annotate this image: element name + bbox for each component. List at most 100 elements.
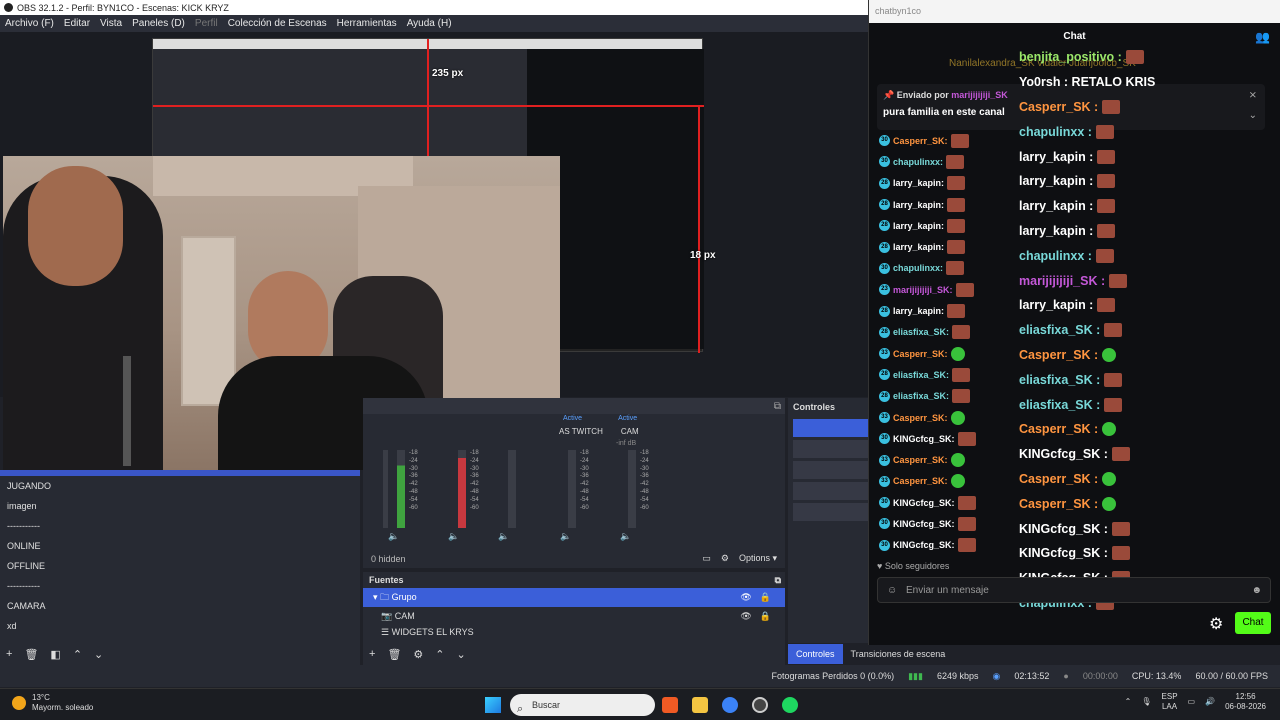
chat-message[interactable]: 28 larry_kapin: — [879, 300, 1029, 321]
chevron-up-icon[interactable]: ⌃ — [1125, 697, 1132, 707]
obs-icon[interactable] — [752, 697, 768, 713]
chat-username[interactable]: chapulinxx: — [893, 157, 943, 167]
scene-item[interactable]: imagen — [0, 496, 360, 516]
chat-message[interactable]: 30 Casperr_SK: — [879, 130, 1029, 151]
chat-username[interactable]: KINGcfcg_SK: — [893, 540, 955, 550]
menu-herramientas[interactable]: Herramientas — [332, 18, 402, 29]
mixer-source-cam[interactable]: CAM — [621, 427, 639, 436]
chat-username[interactable]: larry_kapin: — [893, 178, 944, 188]
chat-username[interactable]: larry_kapin: — [893, 200, 944, 210]
scene-item[interactable]: ONLINE — [0, 536, 360, 556]
chat-username[interactable]: Casperr_SK: — [893, 413, 948, 423]
chat-message[interactable]: 33 Casperr_SK: — [879, 471, 1029, 492]
chat-message[interactable]: 30 KINGcfcg_SK: — [879, 535, 1029, 556]
eye-icon[interactable]: 👁 — [740, 588, 751, 607]
scene-item[interactable]: ----------- — [0, 516, 360, 536]
move-up-icon[interactable]: ⌃ — [73, 648, 82, 661]
trash-icon[interactable]: 🗑 — [24, 648, 38, 661]
trash-icon[interactable]: 🗑 — [387, 648, 401, 661]
virtual-cam-button[interactable] — [793, 461, 868, 479]
chat-username[interactable]: Casperr_SK: — [893, 136, 948, 146]
options-button[interactable]: Options ▾ — [739, 553, 777, 564]
mute-icon[interactable]: 🔈 — [620, 531, 631, 542]
eye-icon[interactable]: 👁 — [740, 607, 751, 626]
chat-message[interactable]: 28 eliasfixa_SK: — [879, 364, 1029, 385]
menu-paneles[interactable]: Paneles (D) — [127, 18, 190, 29]
scene-item[interactable]: xd — [0, 616, 360, 636]
users-icon[interactable]: 👥 — [1255, 30, 1270, 44]
chat-username[interactable]: Casperr_SK: — [893, 476, 948, 486]
chat-username[interactable]: marijijijiji_SK: — [893, 285, 953, 295]
smile-icon[interactable]: ☻ — [1251, 578, 1262, 604]
emoji-icon[interactable]: ☺ — [887, 578, 897, 604]
chat-message[interactable]: 30 chapulinxx: — [879, 151, 1029, 172]
speaker-icon[interactable]: 🔈 — [448, 531, 459, 542]
menu-archivo[interactable]: Archivo (F) — [0, 18, 59, 29]
chat-input[interactable]: ☺ Enviar un mensaje ☻ — [877, 577, 1271, 603]
volume-icon[interactable]: 🔊 — [1205, 697, 1215, 707]
chat-username[interactable]: larry_kapin: — [893, 221, 944, 231]
chat-message[interactable]: 28 eliasfixa_SK: — [879, 322, 1029, 343]
chat-message[interactable]: 33 Casperr_SK: — [879, 449, 1029, 470]
scene-item[interactable]: OFFLINE — [0, 556, 360, 576]
chat-message[interactable]: 28 eliasfixa_SK: — [879, 386, 1029, 407]
chat-username[interactable]: KINGcfcg_SK: — [893, 519, 955, 529]
record-button[interactable] — [793, 440, 868, 458]
add-icon[interactable]: + — [369, 648, 375, 660]
menu-ayuda[interactable]: Ayuda (H) — [402, 18, 457, 29]
mute-icon[interactable]: 🔈 — [498, 531, 509, 542]
source-item[interactable]: ▾ 🗀 Grupo 👁 🔒 — [363, 588, 785, 607]
chat-username[interactable]: larry_kapin: — [893, 306, 944, 316]
mute-icon[interactable]: 🔈 — [560, 531, 571, 542]
tab-transiciones[interactable]: Transiciones de escena — [843, 644, 954, 664]
chat-message[interactable]: 30 KINGcfcg_SK: — [879, 428, 1029, 449]
chat-username[interactable]: Casperr_SK: — [893, 455, 948, 465]
mic-icon[interactable]: 🎙 — [1141, 697, 1151, 707]
scene-item[interactable]: CAMARA — [0, 596, 360, 616]
gear-icon[interactable]: ⚙ — [413, 648, 423, 661]
chat-message[interactable]: 33 Casperr_SK: — [879, 407, 1029, 428]
move-up-icon[interactable]: ⌃ — [435, 648, 444, 661]
chat-message[interactable]: 30 KINGcfcg_SK: — [879, 513, 1029, 534]
lock-icon[interactable]: 🔒 — [760, 588, 771, 607]
brave-icon[interactable] — [662, 697, 678, 713]
windows-start-icon[interactable] — [485, 697, 501, 713]
menu-coleccion[interactable]: Colección de Escenas — [223, 18, 332, 29]
tab-controles[interactable]: Controles — [788, 644, 843, 664]
chat-message[interactable]: 28 larry_kapin: — [879, 173, 1029, 194]
stream-button[interactable] — [793, 419, 868, 437]
chat-username[interactable]: eliasfixa_SK: — [893, 370, 949, 380]
language-indicator[interactable]: ESP LAA — [1162, 692, 1178, 712]
chevron-down-icon[interactable]: ▾ — [373, 588, 378, 607]
chat-message[interactable]: 28 larry_kapin: — [879, 236, 1029, 257]
speaker-icon[interactable]: 🔈 — [388, 531, 399, 542]
chat-username[interactable]: eliasfixa_SK: — [893, 391, 949, 401]
gear-icon[interactable]: ⚙ — [721, 553, 729, 564]
undock-icon[interactable]: ⧉ — [774, 401, 781, 412]
chat-username[interactable]: chapulinxx: — [893, 263, 943, 273]
menu-vista[interactable]: Vista — [95, 18, 127, 29]
mixer-source-twitch[interactable]: AS TWITCH — [559, 427, 603, 436]
chat-username[interactable]: KINGcfcg_SK: — [893, 498, 955, 508]
chrome-icon[interactable] — [722, 697, 738, 713]
settings-button[interactable] — [793, 503, 868, 521]
chat-message[interactable]: 28 larry_kapin: — [879, 194, 1029, 215]
hidden-count[interactable]: 0 hidden — [371, 554, 406, 564]
lock-icon[interactable]: 🔒 — [760, 607, 771, 626]
layout-icon[interactable]: ▭ — [702, 553, 711, 564]
studio-mode-button[interactable] — [793, 482, 868, 500]
chat-message[interactable]: 23 marijijijiji_SK: — [879, 279, 1029, 300]
chat-message[interactable]: 30 chapulinxx: — [879, 258, 1029, 279]
chat-settings-icon[interactable]: ⚙ — [1209, 614, 1223, 634]
clock[interactable]: 12:56 06-08-2026 — [1225, 692, 1266, 712]
chat-username[interactable]: KINGcfcg_SK: — [893, 434, 955, 444]
send-chat-button[interactable]: Chat — [1235, 612, 1271, 634]
file-explorer-icon[interactable] — [692, 697, 708, 713]
chat-username[interactable]: eliasfixa_SK: — [893, 327, 949, 337]
weather-widget[interactable]: 13°C Mayorm. soleado — [12, 693, 93, 713]
chat-message[interactable]: 33 Casperr_SK: — [879, 343, 1029, 364]
menu-editar[interactable]: Editar — [59, 18, 95, 29]
move-down-icon[interactable]: ⌄ — [94, 648, 103, 661]
scene-item[interactable]: ----------- — [0, 576, 360, 596]
taskbar-search[interactable]: ⌕ Buscar — [510, 694, 655, 716]
